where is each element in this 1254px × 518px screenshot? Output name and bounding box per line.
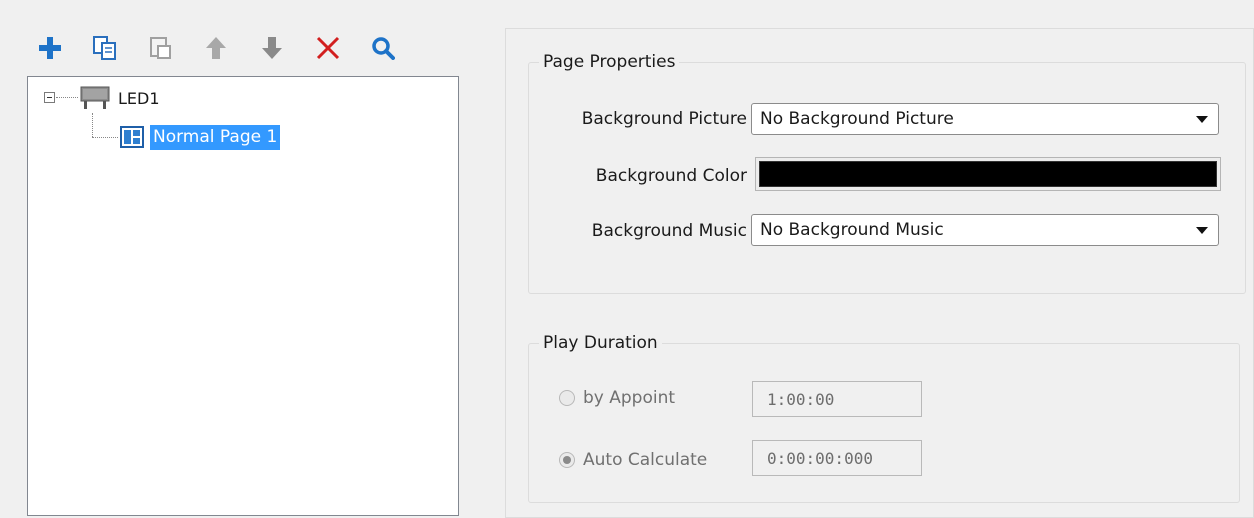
play-duration-group: Play Duration by Appoint 1:00:00 Auto Ca… — [528, 332, 1240, 503]
toolbar — [30, 26, 430, 70]
properties-panel: Page Properties Background Picture No Ba… — [505, 28, 1254, 518]
page-tree[interactable]: LED1 Normal Page 1 — [27, 76, 459, 516]
tree-item-led1[interactable]: LED1 — [80, 85, 160, 111]
page-properties-group: Page Properties Background Picture No Ba… — [528, 51, 1246, 294]
arrow-down-icon — [262, 37, 282, 59]
auto-duration-field[interactable]: 0:00:00:000 — [752, 440, 922, 476]
search-icon — [372, 37, 395, 60]
radio-button[interactable] — [559, 390, 575, 406]
background-music-value: No Background Music — [760, 220, 944, 240]
delete-icon — [316, 36, 340, 60]
background-color-picker[interactable] — [755, 157, 1221, 191]
paste-icon — [150, 37, 171, 59]
tree-item-label: Normal Page 1 — [150, 124, 281, 150]
tree-line — [92, 113, 93, 137]
by-appoint-label: by Appoint — [583, 388, 676, 408]
search-button[interactable] — [363, 26, 403, 70]
appoint-duration-value: 1:00:00 — [767, 389, 835, 409]
background-color-label: Background Color — [595, 166, 747, 186]
chevron-down-icon — [1196, 227, 1208, 234]
background-picture-label: Background Picture — [581, 109, 747, 129]
tree-item-normal-page-1[interactable]: Normal Page 1 — [120, 123, 281, 151]
group-title: Play Duration — [539, 332, 662, 354]
plus-icon — [39, 37, 61, 59]
color-swatch-fill — [759, 161, 1217, 187]
auto-calculate-radio[interactable]: Auto Calculate — [559, 450, 707, 470]
tree-line — [56, 97, 78, 98]
background-picture-select[interactable]: No Background Picture — [751, 103, 1219, 135]
paste-button[interactable] — [141, 26, 181, 70]
auto-duration-value: 0:00:00:000 — [767, 448, 873, 468]
tree-item-label: LED1 — [118, 88, 160, 108]
page-layout-icon — [120, 126, 144, 148]
move-down-button[interactable] — [252, 26, 292, 70]
move-up-button[interactable] — [196, 26, 236, 70]
background-music-select[interactable]: No Background Music — [751, 214, 1219, 246]
radio-button[interactable] — [559, 452, 575, 468]
background-picture-value: No Background Picture — [760, 109, 954, 129]
copy-button[interactable] — [85, 26, 125, 70]
delete-button[interactable] — [308, 26, 348, 70]
arrow-up-icon — [206, 37, 226, 59]
copy-icon — [93, 36, 116, 60]
add-button[interactable] — [30, 26, 70, 70]
by-appoint-radio[interactable]: by Appoint — [559, 388, 675, 408]
background-music-label: Background Music — [591, 221, 747, 241]
tree-line — [92, 137, 118, 138]
led-screen-icon — [80, 86, 110, 109]
appoint-duration-field[interactable]: 1:00:00 — [752, 381, 922, 417]
collapse-toggle[interactable] — [44, 92, 55, 103]
auto-calculate-label: Auto Calculate — [583, 450, 708, 470]
chevron-down-icon — [1196, 116, 1208, 123]
group-title: Page Properties — [539, 51, 680, 73]
